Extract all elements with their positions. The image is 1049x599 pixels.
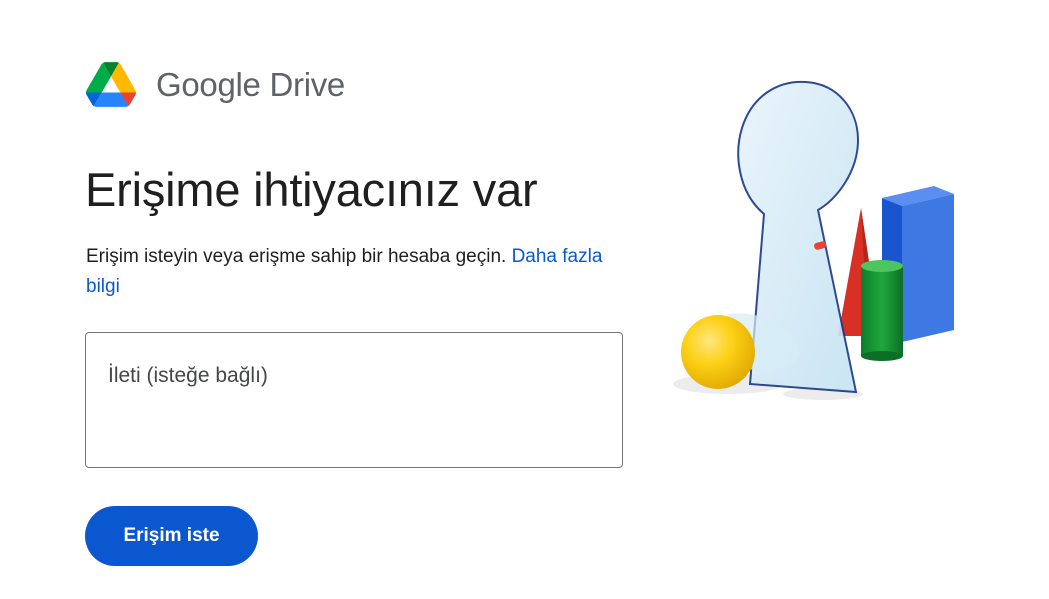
google-drive-brand: Google Drive	[86, 62, 345, 107]
access-request-page: Google Drive Erişime ihtiyacınız var Eri…	[0, 0, 1049, 599]
request-access-button[interactable]: Erişim iste	[85, 506, 258, 566]
page-description: Erişim isteyin veya erişme sahip bir hes…	[86, 242, 626, 302]
message-input[interactable]	[86, 333, 622, 467]
google-drive-logo-icon	[86, 62, 136, 107]
page-title: Erişime ihtiyacınız var	[85, 163, 538, 216]
message-field-container	[85, 332, 623, 468]
keyhole-illustration-icon	[673, 80, 954, 400]
description-text: Erişim isteyin veya erişme sahip bir hes…	[86, 246, 507, 267]
brand-name: Google Drive	[156, 66, 345, 103]
